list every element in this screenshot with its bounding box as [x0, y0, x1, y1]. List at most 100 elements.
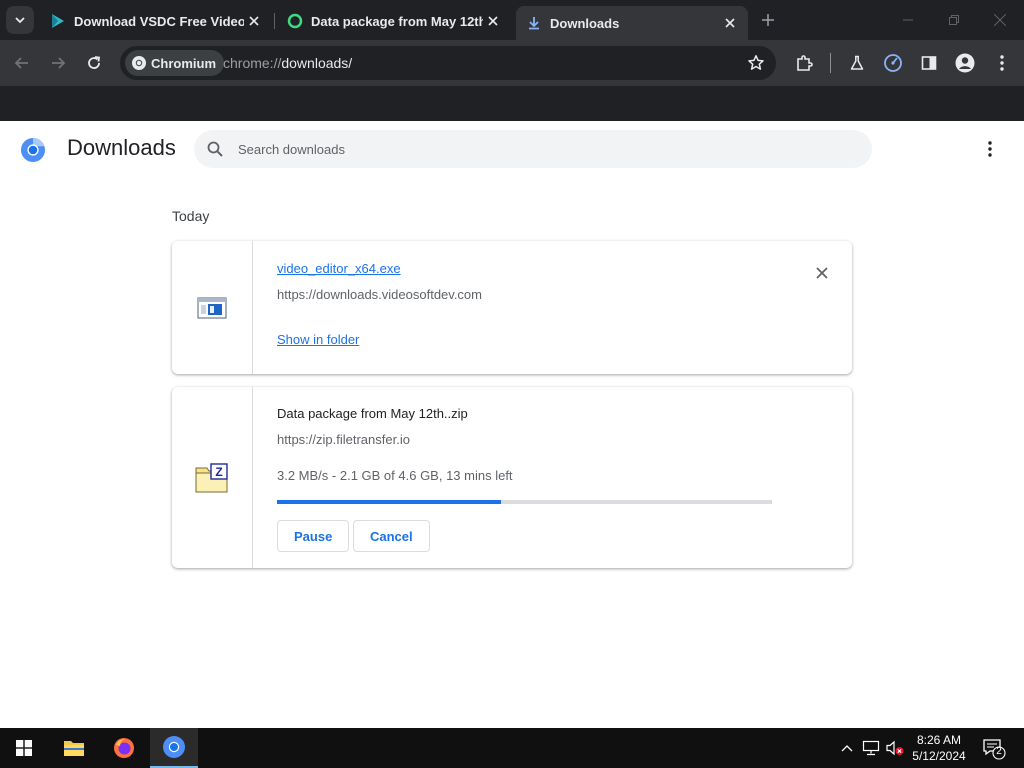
exe-file-icon: [197, 296, 227, 319]
plus-icon: [762, 14, 774, 26]
tab-strip: Download VSDC Free Video Ed Data package…: [0, 0, 1024, 40]
search-input[interactable]: [238, 130, 838, 168]
restore-button[interactable]: [931, 0, 977, 40]
speaker-muted-icon: [886, 740, 904, 756]
download-status: 3.2 MB/s - 2.1 GB of 4.6 GB, 13 mins lef…: [277, 468, 513, 483]
toolbar-band: [0, 86, 1024, 121]
firefox-icon: [114, 738, 134, 758]
bookmark-star-button[interactable]: [746, 53, 766, 73]
toolbar-divider: [830, 53, 831, 73]
close-tab-icon[interactable]: [483, 11, 503, 31]
more-vert-icon: [1000, 55, 1004, 71]
green-ring-icon: [287, 13, 303, 29]
date-group-label: Today: [172, 208, 210, 224]
download-details: video_editor_x64.exe https://downloads.v…: [277, 241, 852, 374]
arrow-left-icon: [14, 57, 28, 69]
notification-count: 2: [996, 746, 1002, 757]
close-tab-icon[interactable]: [720, 13, 740, 33]
address-bar[interactable]: Chromium chrome://downloads/: [120, 46, 776, 80]
restore-icon: [949, 15, 959, 25]
network-icon: [862, 740, 880, 756]
close-tab-icon[interactable]: [244, 11, 264, 31]
labs-button[interactable]: [843, 49, 871, 77]
minimize-icon: [903, 19, 913, 21]
forward-button[interactable]: [44, 49, 72, 77]
volume-tray-button[interactable]: [885, 738, 905, 758]
start-button[interactable]: [0, 728, 48, 768]
taskbar-clock[interactable]: 8:26 AM 5/12/2024: [906, 732, 972, 764]
download-progress-bar: [277, 500, 772, 504]
new-tab-button[interactable]: [756, 8, 780, 32]
tab-downloads[interactable]: Downloads: [516, 6, 748, 40]
avatar-icon: [955, 53, 975, 73]
performance-button[interactable]: [879, 49, 907, 77]
file-name: Data package from May 12th..zip: [277, 406, 468, 421]
more-vert-icon: [988, 141, 992, 157]
clock-time: 8:26 AM: [916, 733, 962, 747]
file-source-url: https://downloads.videosoftdev.com: [277, 287, 482, 302]
url-text: chrome://downloads/: [223, 55, 353, 71]
profile-button[interactable]: [951, 49, 979, 77]
vsdc-logo-icon: [50, 13, 66, 29]
puzzle-icon: [797, 55, 813, 71]
browser-menu-button[interactable]: [988, 49, 1016, 77]
file-name-link[interactable]: video_editor_x64.exe: [277, 261, 401, 276]
tab-search-button[interactable]: [6, 6, 34, 34]
svg-text:Z: Z: [215, 465, 222, 479]
network-tray-button[interactable]: [861, 738, 881, 758]
side-panel-icon: [921, 56, 937, 70]
clock-date: 5/12/2024: [912, 749, 966, 763]
chevron-up-icon: [841, 745, 853, 752]
downloads-page: Downloads Today video_editor_x64.exe htt…: [0, 121, 1024, 752]
zip-file-icon: Z: [195, 462, 228, 492]
speedometer-icon: [884, 54, 902, 72]
close-icon: [994, 14, 1006, 26]
download-item: Z Data package from May 12th..zip https:…: [172, 387, 852, 568]
windows-taskbar: 8:26 AM 5/12/2024 2: [0, 728, 1024, 768]
chromium-logo-icon: [21, 138, 45, 162]
action-center-button[interactable]: 2: [982, 736, 1006, 760]
extensions-button[interactable]: [790, 49, 818, 77]
chip-label: Chromium: [151, 55, 216, 71]
page-title: Downloads: [67, 135, 176, 160]
side-panel-button[interactable]: [915, 49, 943, 77]
search-icon: [207, 141, 223, 157]
tab-vsdc[interactable]: Download VSDC Free Video Ed: [40, 6, 272, 36]
page-menu-button[interactable]: [978, 137, 1002, 161]
chromium-logo-icon: [132, 56, 146, 70]
remove-download-button[interactable]: [812, 263, 832, 283]
pause-button[interactable]: Pause: [277, 520, 350, 552]
cancel-button[interactable]: Cancel: [353, 520, 430, 552]
reload-button[interactable]: [80, 49, 108, 77]
show-hidden-icons-button[interactable]: [837, 738, 857, 758]
chevron-down-icon: [15, 17, 25, 24]
close-icon: [816, 267, 828, 279]
back-button[interactable]: [8, 49, 36, 77]
close-window-button[interactable]: [977, 0, 1023, 40]
tab-title: Download VSDC Free Video Ed: [74, 13, 244, 29]
show-in-folder-link[interactable]: Show in folder: [277, 332, 359, 347]
tab-divider: [274, 13, 275, 29]
file-icon-column: [172, 241, 253, 374]
folder-icon: [64, 741, 84, 756]
download-icon: [526, 15, 542, 31]
tab-title: Data package from May 12th.: [311, 13, 483, 29]
minimize-button[interactable]: [885, 0, 931, 40]
taskbar-firefox[interactable]: [100, 728, 148, 768]
download-item: video_editor_x64.exe https://downloads.v…: [172, 241, 852, 374]
arrow-right-icon: [52, 57, 66, 69]
tab-title: Downloads: [550, 15, 620, 31]
browser-toolbar: Chromium chrome://downloads/: [0, 40, 1024, 86]
chromium-logo-icon: [163, 736, 185, 758]
file-source-url: https://zip.filetransfer.io: [277, 432, 410, 447]
progress-fill: [277, 500, 502, 504]
star-icon: [748, 55, 764, 70]
taskbar-file-explorer[interactable]: [50, 728, 98, 768]
windows-logo-icon: [16, 740, 32, 756]
taskbar-chromium[interactable]: [150, 728, 198, 768]
flask-icon: [850, 55, 864, 70]
file-icon-column: Z: [172, 387, 253, 568]
search-bar[interactable]: [194, 130, 872, 168]
tab-data-package[interactable]: Data package from May 12th.: [277, 6, 511, 36]
site-info-chip[interactable]: Chromium: [125, 50, 224, 76]
